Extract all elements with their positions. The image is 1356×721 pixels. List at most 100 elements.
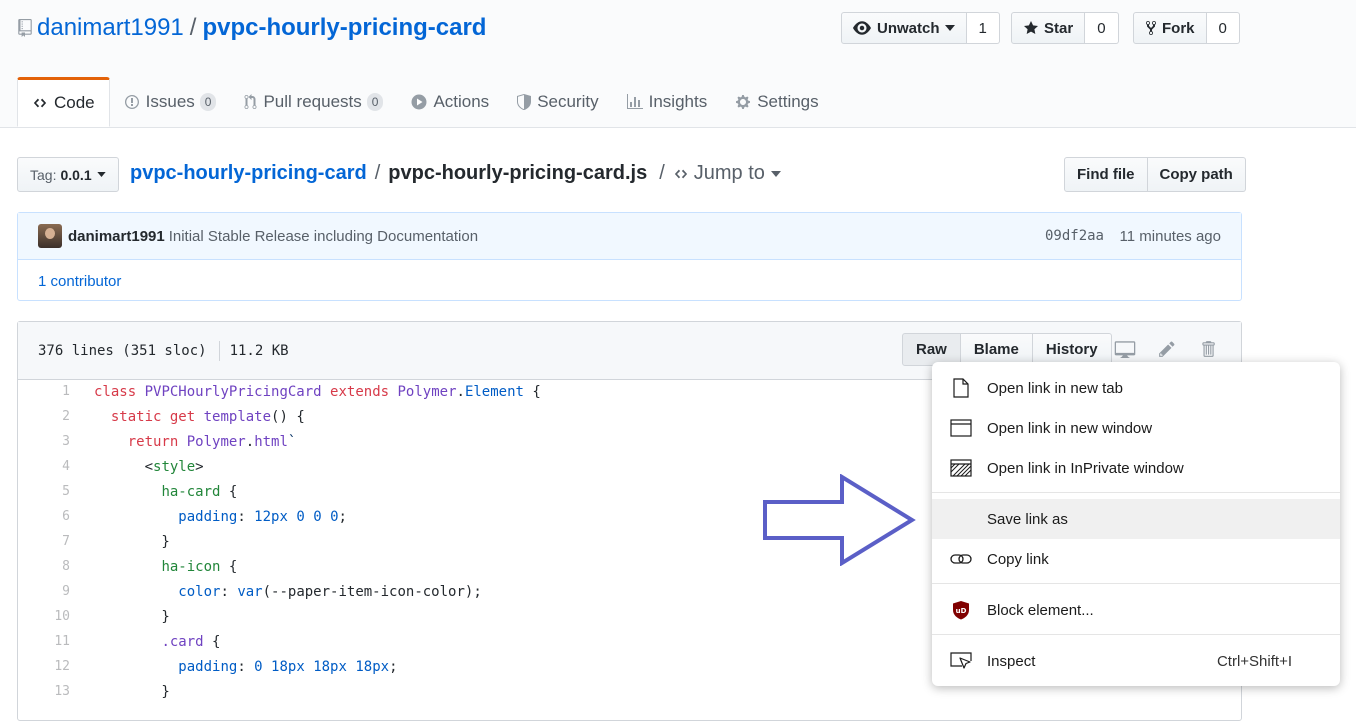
watch-count[interactable]: 1: [966, 12, 1000, 44]
line-code: ha-card {: [161, 483, 238, 500]
line-number[interactable]: 13: [18, 684, 94, 699]
star-icon: [1024, 21, 1038, 34]
line-number[interactable]: 3: [18, 434, 94, 449]
line-number[interactable]: 5: [18, 484, 94, 499]
commit-author-link[interactable]: danimart1991: [68, 228, 165, 245]
ublock-icon: uD: [950, 599, 972, 621]
line-number[interactable]: 9: [18, 584, 94, 599]
watch-group: Unwatch 1: [841, 12, 1000, 44]
link-icon: [950, 548, 972, 570]
menu-item-copy-link[interactable]: Copy link: [932, 539, 1340, 579]
tab-issues[interactable]: Issues 0: [110, 77, 231, 127]
line-code: return Polymer.html`: [127, 433, 297, 450]
tab-security-label: Security: [537, 92, 599, 111]
commit-message-link[interactable]: Initial Stable Release including Documen…: [169, 228, 478, 245]
line-code: <style>: [94, 458, 204, 475]
line-number[interactable]: 8: [18, 559, 94, 574]
tab-pull-requests[interactable]: Pull requests 0: [230, 77, 397, 127]
issues-count-badge: 0: [199, 93, 217, 111]
menu-item-label: Copy link: [987, 550, 1049, 568]
menu-item-save-link-as[interactable]: Save link as: [932, 499, 1340, 539]
tab-pull-requests-label: Pull requests: [263, 92, 362, 111]
unwatch-button[interactable]: Unwatch: [841, 12, 967, 44]
repo-title: danimart1991 / pvpc-hourly-pricing-card: [17, 14, 486, 42]
breadcrumb-separator: /: [659, 162, 665, 184]
menu-item-label: Save link as: [987, 510, 1068, 528]
menu-item-shortcut: Ctrl+Shift+I: [1216, 652, 1292, 670]
line-number[interactable]: 6: [18, 509, 94, 524]
avatar[interactable]: [38, 224, 62, 248]
menu-item-label: Open link in InPrivate window: [987, 459, 1184, 477]
branch-tag-select[interactable]: Tag: 0.0.1: [17, 157, 119, 192]
contributors-link[interactable]: 1 contributor: [18, 260, 1241, 302]
line-code: color: var(--paper-item-icon-color);: [178, 583, 482, 600]
line-code: padding: 0 18px 18px 18px;: [178, 658, 398, 675]
star-group: Star 0: [1011, 12, 1119, 44]
tab-code[interactable]: Code: [17, 77, 110, 127]
repo-book-icon: [18, 19, 32, 37]
star-count[interactable]: 0: [1085, 12, 1119, 44]
tab-insights-label: Insights: [648, 92, 708, 111]
line-number[interactable]: 10: [18, 609, 94, 624]
tab-actions[interactable]: Actions: [397, 77, 503, 127]
breadcrumb-root-link[interactable]: pvpc-hourly-pricing-card: [130, 162, 367, 185]
caret-down-icon: [96, 172, 106, 177]
trash-icon[interactable]: [1200, 340, 1216, 361]
line-code: }: [94, 683, 170, 700]
line-number[interactable]: 4: [18, 459, 94, 474]
tag-prefix: Tag:: [30, 166, 57, 183]
line-number[interactable]: 1: [18, 384, 94, 399]
menu-item-inspect[interactable]: Inspect Ctrl+Shift+I: [932, 641, 1340, 681]
desktop-icon[interactable]: [1114, 340, 1136, 361]
tab-insights[interactable]: Insights: [613, 77, 722, 127]
fork-count[interactable]: 0: [1206, 12, 1240, 44]
line-code: class PVPCHourlyPricingCard extends Poly…: [94, 383, 541, 400]
code-icon: [674, 169, 687, 178]
menu-item-open-inprivate[interactable]: Open link in InPrivate window: [932, 448, 1340, 488]
fork-button[interactable]: Fork: [1133, 12, 1207, 44]
pull-requests-count-badge: 0: [366, 93, 384, 111]
star-button[interactable]: Star: [1011, 12, 1086, 44]
file-info: 376 lines (351 sloc) 11.2 KB: [38, 340, 289, 361]
caret-down-icon: [944, 25, 955, 31]
repo-name-link[interactable]: pvpc-hourly-pricing-card: [202, 14, 486, 42]
line-number[interactable]: 12: [18, 659, 94, 674]
window-icon: [950, 417, 972, 439]
commit-tease: danimart1991 Initial Stable Release incl…: [17, 212, 1242, 301]
tab-code-label: Code: [54, 93, 95, 112]
tab-security[interactable]: Security: [503, 77, 612, 127]
file-size: 11.2 KB: [229, 342, 289, 359]
page-icon: [950, 377, 972, 399]
jump-to-label: Jump to: [693, 162, 765, 184]
copy-path-button[interactable]: Copy path: [1147, 157, 1246, 192]
commit-time: 11 minutes ago: [1119, 227, 1221, 245]
line-number[interactable]: 7: [18, 534, 94, 549]
jump-to-dropdown[interactable]: Jump to: [673, 162, 781, 185]
find-file-button[interactable]: Find file: [1064, 157, 1148, 192]
menu-item-block-element[interactable]: uD Block element...: [932, 590, 1340, 630]
line-number[interactable]: 11: [18, 634, 94, 649]
tag-value: 0.0.1: [60, 166, 92, 183]
repo-header: danimart1991 / pvpc-hourly-pricing-card …: [0, 0, 1356, 128]
star-label: Star: [1044, 19, 1074, 37]
line-code: .card {: [161, 633, 221, 650]
breadcrumb-separator: /: [374, 162, 381, 184]
fork-group: Fork 0: [1133, 12, 1240, 44]
play-icon: [411, 94, 427, 110]
fork-label: Fork: [1162, 19, 1195, 37]
line-number[interactable]: 2: [18, 409, 94, 424]
menu-separator: [932, 492, 1340, 493]
repo-nav-tabs: Code Issues 0 Pull requests 0 Actions Se…: [17, 77, 833, 127]
repo-owner-link[interactable]: danimart1991: [37, 14, 184, 42]
tab-settings[interactable]: Settings: [721, 77, 832, 127]
context-menu: Open link in new tab Open link in new wi…: [932, 362, 1340, 686]
menu-separator: [932, 634, 1340, 635]
inprivate-icon: [950, 457, 972, 479]
menu-item-open-new-window[interactable]: Open link in new window: [932, 408, 1340, 448]
menu-item-open-new-tab[interactable]: Open link in new tab: [932, 368, 1340, 408]
pencil-icon[interactable]: [1158, 340, 1176, 361]
file-lines-info: 376 lines (351 sloc): [38, 342, 207, 359]
commit-sha-link[interactable]: 09df2aa: [1045, 228, 1104, 244]
tab-settings-label: Settings: [757, 92, 819, 111]
menu-item-label: Open link in new window: [987, 419, 1153, 437]
